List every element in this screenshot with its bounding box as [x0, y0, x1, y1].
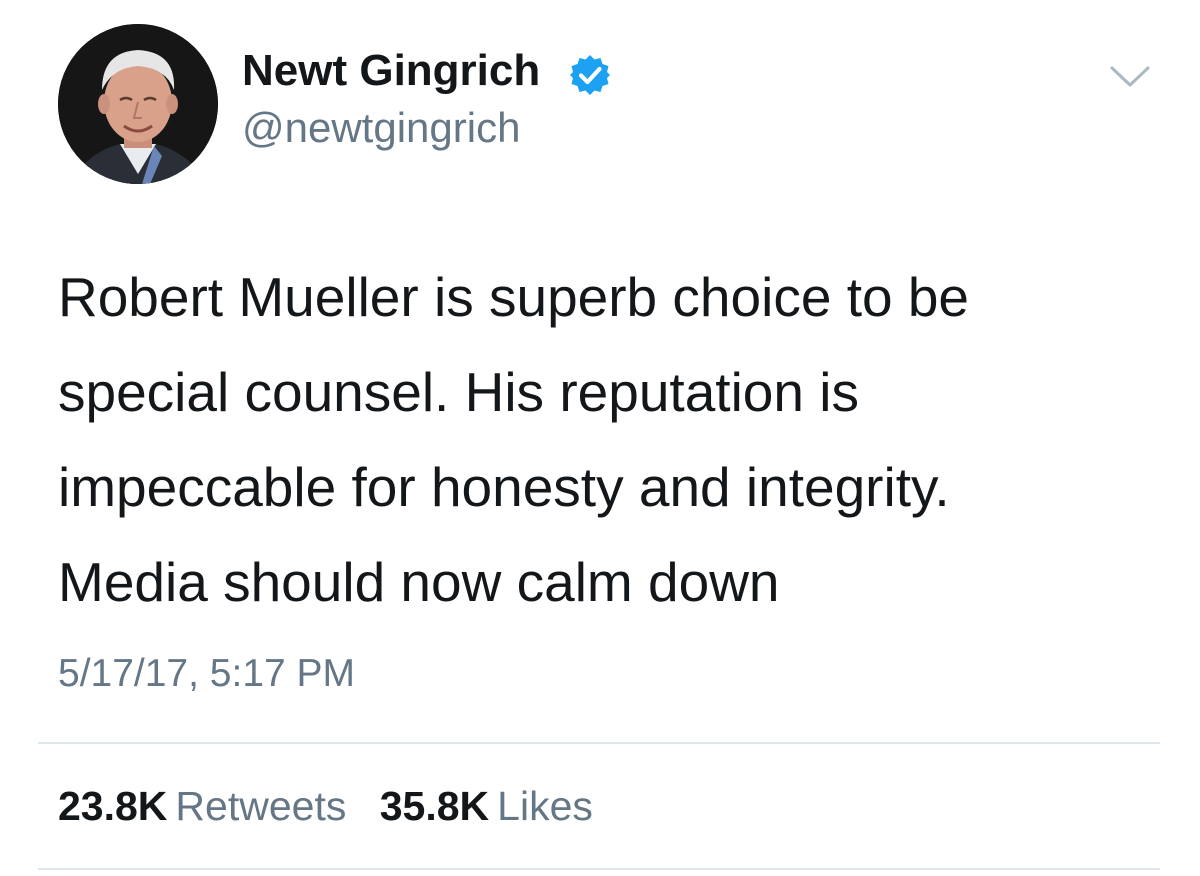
- tweet-text: Robert Mueller is superb choice to be sp…: [58, 250, 1158, 630]
- divider: [38, 868, 1160, 870]
- tweet-text-line: special counsel. His reputation is: [58, 361, 859, 423]
- likes-label: Likes: [497, 783, 593, 829]
- verified-badge-icon: [568, 53, 612, 97]
- retweets-label: Retweets: [175, 783, 347, 829]
- tweet-card: Newt Gingrich @newtgingrich Robert Muell…: [0, 0, 1200, 876]
- profile-photo-icon: [58, 24, 218, 184]
- likes-stat[interactable]: 35.8K Likes: [380, 783, 593, 830]
- tweet-timestamp[interactable]: 5/17/17, 5:17 PM: [58, 652, 355, 696]
- display-name[interactable]: Newt Gingrich: [242, 46, 540, 96]
- engagement-stats: 23.8K Retweets 35.8K Likes: [58, 783, 593, 830]
- tweet-text-line: Robert Mueller is superb choice to be: [58, 266, 970, 328]
- retweets-stat[interactable]: 23.8K Retweets: [58, 783, 346, 830]
- user-handle[interactable]: @newtgingrich: [242, 104, 520, 152]
- chevron-down-icon[interactable]: [1108, 64, 1152, 90]
- divider: [38, 742, 1160, 744]
- tweet-text-line: impeccable for honesty and integrity.: [58, 456, 950, 518]
- avatar[interactable]: [58, 24, 218, 184]
- likes-count: 35.8K: [379, 783, 490, 829]
- tweet-text-line: Media should now calm down: [58, 551, 780, 613]
- retweets-count: 23.8K: [58, 783, 168, 829]
